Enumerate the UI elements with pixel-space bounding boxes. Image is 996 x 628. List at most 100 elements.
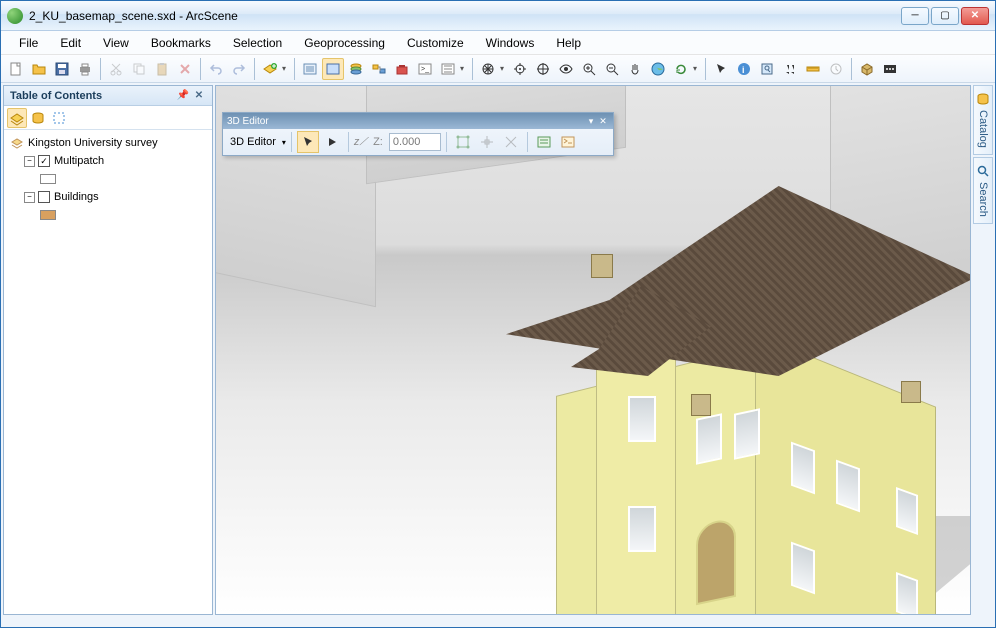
undo-button[interactable] <box>205 58 227 80</box>
list-by-selection-button[interactable] <box>49 108 69 128</box>
window <box>896 487 918 535</box>
snap-tool[interactable] <box>476 131 498 153</box>
list-by-drawing-order-button[interactable] <box>7 108 27 128</box>
toolbar-sep <box>851 58 852 80</box>
3d-editor-menu-label[interactable]: 3D Editor <box>226 136 280 148</box>
refresh-button[interactable] <box>670 58 692 80</box>
main-toolbar: ▾ >_ ▾ ▾ ▾ i <box>1 55 995 83</box>
expand-toggle[interactable]: − <box>24 192 35 203</box>
pan-button[interactable] <box>624 58 646 80</box>
3d-editor-toolbar[interactable]: 3D Editor ▾ ✕ 3D Editor▾ z⟋ Z: <box>222 112 614 156</box>
delete-button[interactable] <box>174 58 196 80</box>
add-data-button[interactable] <box>259 58 281 80</box>
window <box>734 408 760 460</box>
search-button[interactable] <box>756 58 778 80</box>
edit-select-tool[interactable] <box>297 131 319 153</box>
window <box>628 506 656 552</box>
sep <box>446 132 447 152</box>
toolbox-button[interactable] <box>391 58 413 80</box>
toolbar-sep <box>472 58 473 80</box>
toolbar-sep <box>705 58 706 80</box>
building-model <box>396 146 916 615</box>
sketch-tool[interactable] <box>452 131 474 153</box>
scene-viewport[interactable]: 3D Editor ▾ ✕ 3D Editor▾ z⟋ Z: <box>215 85 971 615</box>
print-button[interactable] <box>74 58 96 80</box>
menu-view[interactable]: View <box>93 33 139 53</box>
redo-button[interactable] <box>228 58 250 80</box>
layer-swatch <box>40 210 56 220</box>
close-button[interactable]: ✕ <box>961 7 989 25</box>
menubar: File Edit View Bookmarks Selection Geopr… <box>1 31 995 55</box>
look-button[interactable] <box>555 58 577 80</box>
3d-cube-button[interactable] <box>856 58 878 80</box>
menu-geoprocessing[interactable]: Geoprocessing <box>294 33 395 53</box>
split-tool[interactable] <box>500 131 522 153</box>
chimney <box>591 254 613 278</box>
z-input[interactable] <box>389 133 441 151</box>
zoom-out-button[interactable] <box>601 58 623 80</box>
expand-toggle[interactable]: − <box>24 156 35 167</box>
time-button[interactable] <box>825 58 847 80</box>
menu-selection[interactable]: Selection <box>223 33 292 53</box>
tool-dropdown[interactable]: ▾ <box>460 64 468 73</box>
python-button[interactable] <box>437 58 459 80</box>
menu-customize[interactable]: Customize <box>397 33 474 53</box>
navigate-button[interactable] <box>477 58 499 80</box>
workspace: Table of Contents 📌 ✕ Kingston Universit… <box>1 83 995 617</box>
toc-close-icon[interactable]: ✕ <box>192 89 206 103</box>
list-by-source-button[interactable] <box>28 108 48 128</box>
toc-button[interactable] <box>299 58 321 80</box>
layer-checkbox[interactable]: ✓ <box>38 155 50 167</box>
toc-swatch-row <box>10 170 206 188</box>
new-doc-button[interactable] <box>5 58 27 80</box>
select-button[interactable] <box>710 58 732 80</box>
full-extent-button[interactable] <box>647 58 669 80</box>
refresh-dropdown[interactable]: ▾ <box>693 64 701 73</box>
toc-root[interactable]: Kingston University survey <box>10 134 206 152</box>
3d-editor-title-label: 3D Editor <box>227 116 269 127</box>
3d-editor-titlebar[interactable]: 3D Editor ▾ ✕ <box>223 113 613 129</box>
scene-button[interactable] <box>322 58 344 80</box>
chimney <box>901 381 921 403</box>
save-button[interactable] <box>51 58 73 80</box>
cut-button[interactable] <box>105 58 127 80</box>
search-tab[interactable]: Search <box>973 157 993 224</box>
menu-bookmarks[interactable]: Bookmarks <box>141 33 221 53</box>
paste-button[interactable] <box>151 58 173 80</box>
toc-layer-row[interactable]: − Buildings <box>10 188 206 206</box>
center-button[interactable] <box>532 58 554 80</box>
animation-button[interactable] <box>879 58 901 80</box>
layers-button[interactable] <box>345 58 367 80</box>
toc-pin-icon[interactable]: 📌 <box>176 89 190 103</box>
3d-editor-menu-dropdown[interactable]: ▾ <box>585 115 597 127</box>
find-button[interactable] <box>779 58 801 80</box>
menu-windows[interactable]: Windows <box>476 33 545 53</box>
model-builder-button[interactable] <box>368 58 390 80</box>
app-window: 2_KU_basemap_scene.sxd - ArcScene ─ ▢ ✕ … <box>0 0 996 628</box>
toolbar-sep <box>100 58 101 80</box>
target-button[interactable] <box>509 58 531 80</box>
3d-editor-close-icon[interactable]: ✕ <box>597 115 609 127</box>
menu-help[interactable]: Help <box>546 33 591 53</box>
edit-play-tool[interactable] <box>321 131 343 153</box>
toc-layer-row[interactable]: − ✓ Multipatch <box>10 152 206 170</box>
window <box>791 442 815 495</box>
zoom-in-button[interactable] <box>578 58 600 80</box>
create-features-tool[interactable] <box>557 131 579 153</box>
menu-file[interactable]: File <box>9 33 48 53</box>
maximize-button[interactable]: ▢ <box>931 7 959 25</box>
copy-button[interactable] <box>128 58 150 80</box>
measure-button[interactable] <box>802 58 824 80</box>
command-line-button[interactable]: >_ <box>414 58 436 80</box>
layer-name: Multipatch <box>54 155 104 167</box>
menu-edit[interactable]: Edit <box>50 33 91 53</box>
nav-dropdown[interactable]: ▾ <box>500 64 508 73</box>
catalog-label: Catalog <box>977 110 989 148</box>
layer-checkbox[interactable] <box>38 191 50 203</box>
open-button[interactable] <box>28 58 50 80</box>
identify-button[interactable]: i <box>733 58 755 80</box>
attributes-tool[interactable] <box>533 131 555 153</box>
add-data-dropdown[interactable]: ▾ <box>282 64 290 73</box>
minimize-button[interactable]: ─ <box>901 7 929 25</box>
catalog-tab[interactable]: Catalog <box>973 85 993 155</box>
